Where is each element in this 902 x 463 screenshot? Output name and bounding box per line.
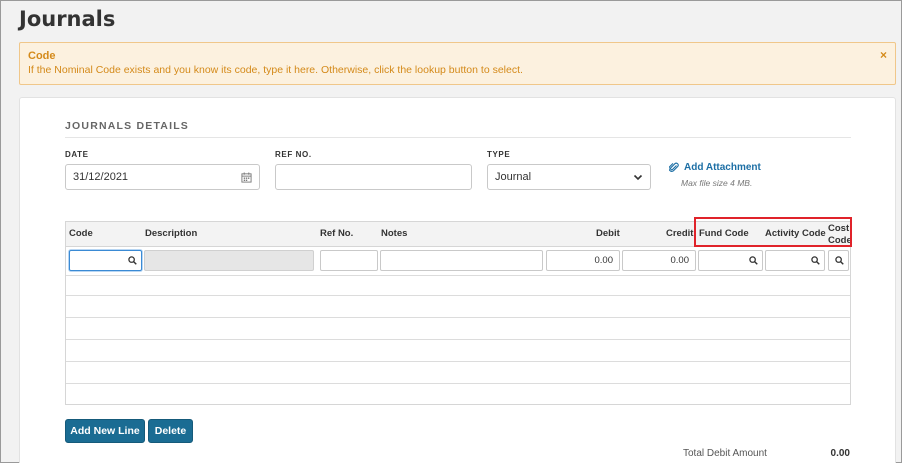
col-header-description: Description [145, 228, 198, 239]
total-debit-label: Total Debit Amount [683, 448, 767, 459]
close-icon[interactable]: × [880, 48, 887, 62]
code-input[interactable] [69, 250, 142, 271]
fund-code-input[interactable] [698, 250, 763, 271]
search-icon[interactable] [128, 256, 137, 265]
date-value: 31/12/2021 [73, 171, 129, 183]
table-row [66, 297, 850, 318]
description-input [144, 250, 314, 271]
journal-lines-grid: Code Description Ref No. Notes Debit Cre… [65, 221, 852, 405]
col-header-ref-no: Ref No. [320, 228, 354, 239]
cost-code-input[interactable] [828, 250, 849, 271]
col-header-debit: Debit [596, 228, 620, 239]
debit-value: 0.00 [594, 255, 614, 266]
ref-no-input[interactable] [275, 164, 472, 190]
credit-value: 0.00 [670, 255, 690, 266]
activity-code-input[interactable] [765, 250, 825, 271]
type-value: Journal [495, 171, 532, 183]
col-header-notes: Notes [381, 228, 408, 239]
add-attachment-label: Add Attachment [684, 162, 761, 173]
notes-input[interactable] [380, 250, 543, 271]
search-icon[interactable] [811, 256, 820, 265]
debit-input[interactable]: 0.00 [546, 250, 620, 271]
chevron-down-icon [633, 174, 643, 181]
section-title: JOURNALS DETAILS [65, 120, 190, 132]
type-label: TYPE [487, 150, 511, 159]
type-select[interactable]: Journal [487, 164, 651, 190]
add-new-line-button[interactable]: Add New Line [65, 419, 145, 443]
table-row [66, 319, 850, 340]
add-attachment-link[interactable]: Add Attachment [669, 162, 761, 173]
ref-no-label: REF NO. [275, 150, 312, 159]
table-row [66, 341, 850, 362]
journal-panel: JOURNALS DETAILS DATE 31/12/2021 REF NO.… [19, 97, 896, 463]
ref-no-cell-input[interactable] [320, 250, 378, 271]
calendar-icon[interactable] [241, 171, 252, 183]
date-label: DATE [65, 150, 89, 159]
date-input[interactable]: 31/12/2021 [65, 164, 260, 190]
section-divider [65, 137, 851, 138]
credit-input[interactable]: 0.00 [622, 250, 696, 271]
alert-message: If the Nominal Code exists and you know … [28, 64, 523, 76]
delete-button[interactable]: Delete [148, 419, 193, 443]
paperclip-icon [669, 162, 679, 172]
highlight-box [694, 217, 852, 247]
total-debit-value: 0.00 [830, 448, 850, 459]
alert-title: Code [28, 50, 56, 62]
col-header-credit: Credit [666, 228, 694, 239]
attachment-size-note: Max file size 4 MB. [681, 178, 753, 188]
table-row [66, 363, 850, 384]
search-icon[interactable] [749, 256, 758, 265]
search-icon[interactable] [835, 256, 844, 265]
col-header-code: Code [69, 228, 93, 239]
table-row [66, 275, 850, 296]
info-alert: Code If the Nominal Code exists and you … [19, 42, 896, 85]
page-title: Journals [19, 7, 116, 31]
